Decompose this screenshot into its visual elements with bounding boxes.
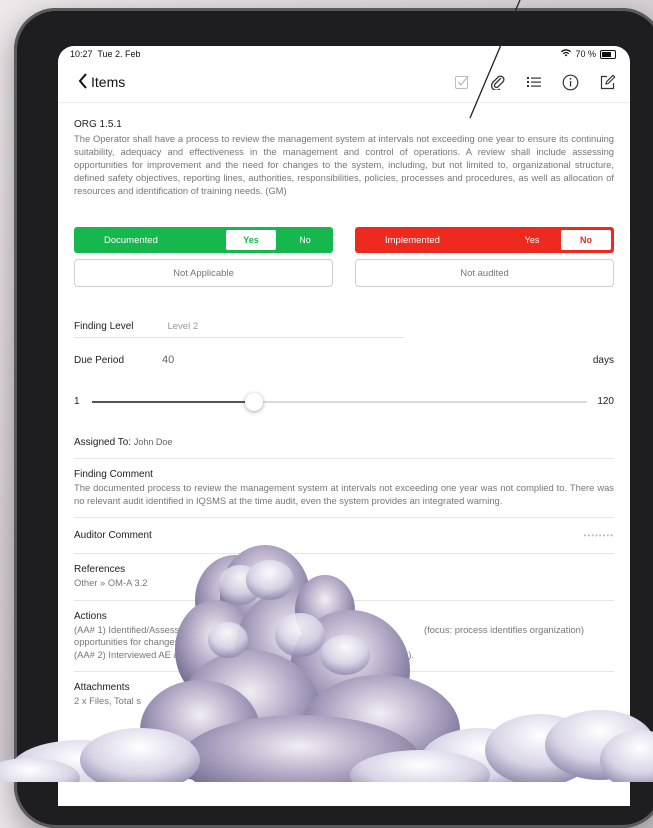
pencil-line-decoration	[469, 0, 521, 119]
